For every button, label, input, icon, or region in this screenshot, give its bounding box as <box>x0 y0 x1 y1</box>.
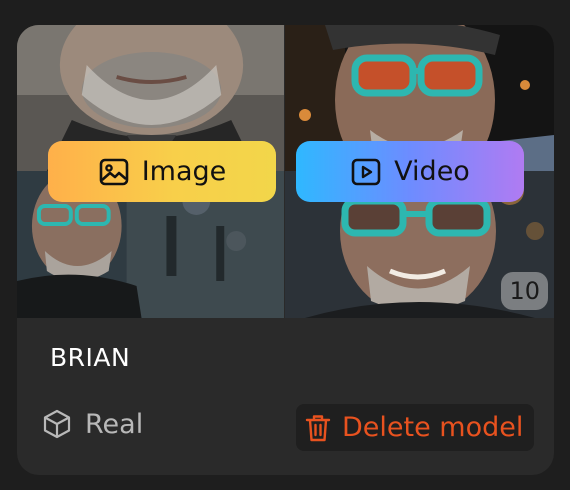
video-button[interactable]: Video <box>296 141 524 202</box>
image-button[interactable]: Image <box>48 141 276 202</box>
model-card[interactable]: 10 Image Video BRIAN Real Delete model <box>17 25 554 475</box>
photo-count-badge: 10 <box>501 272 548 310</box>
model-type-label: Real <box>85 408 144 440</box>
delete-model-button[interactable]: Delete model <box>296 404 534 451</box>
play-icon <box>351 158 381 185</box>
model-type: Real <box>41 408 143 440</box>
model-name: BRIAN <box>50 343 131 372</box>
video-button-label: Video <box>394 156 470 187</box>
image-icon <box>99 158 129 185</box>
trash-icon <box>305 414 331 441</box>
image-button-label: Image <box>141 156 227 187</box>
cube-icon <box>43 409 71 439</box>
delete-model-label: Delete model <box>342 412 524 443</box>
